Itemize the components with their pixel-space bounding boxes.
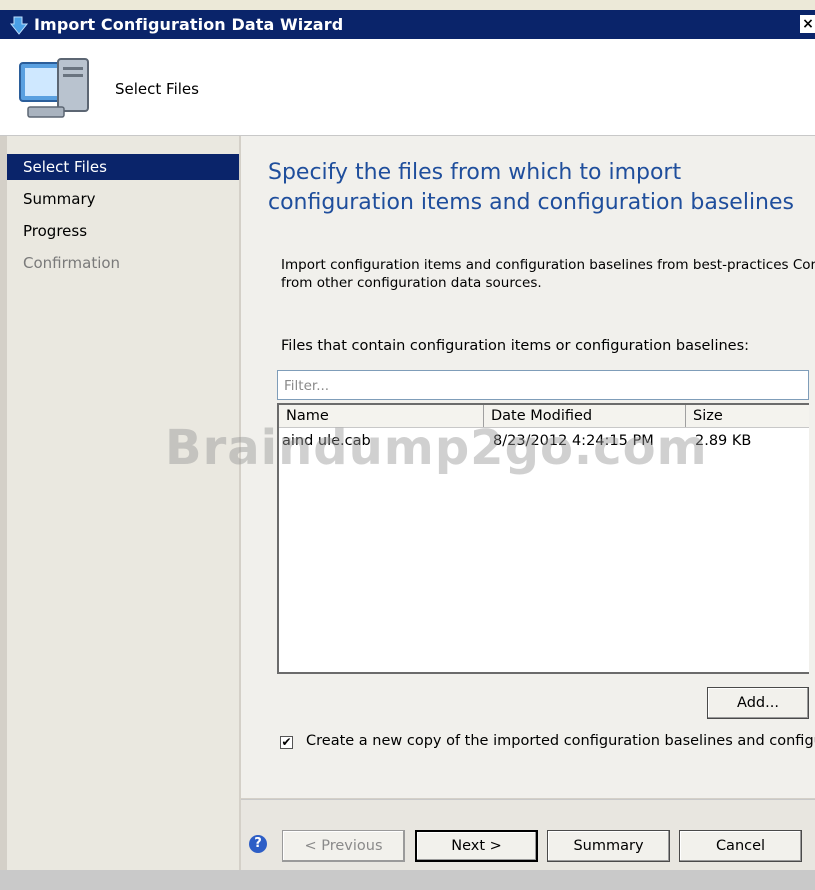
sidebar-item-confirmation: Confirmation xyxy=(23,254,121,272)
help-icon[interactable]: ? xyxy=(249,835,267,853)
wizard-footer: ? < Previous Next > Summary Cancel xyxy=(241,799,815,871)
sidebar-item-progress[interactable]: Progress xyxy=(7,218,239,244)
title-bar: Import Configuration Data Wizard × xyxy=(0,10,815,39)
cancel-button[interactable]: Cancel xyxy=(679,830,802,862)
previous-button[interactable]: < Previous xyxy=(282,830,405,862)
computer-icon xyxy=(19,58,89,118)
next-button[interactable]: Next > xyxy=(415,830,538,862)
description-line-1: Import configuration items and configura… xyxy=(281,257,815,273)
step-heading: Specify the files from which to import c… xyxy=(268,160,795,215)
window-title: Import Configuration Data Wizard xyxy=(34,15,344,34)
window-left-border xyxy=(0,39,7,870)
watermark-text: Braindump2go.com xyxy=(165,420,708,476)
wizard-step-sidebar: Select Files Summary Progress Confirmati… xyxy=(7,136,239,870)
wizard-arrow-icon xyxy=(10,16,29,35)
create-copy-label: Create a new copy of the imported config… xyxy=(306,733,815,749)
summary-button[interactable]: Summary xyxy=(547,830,670,862)
page-title: Select Files xyxy=(115,80,199,98)
description-line-2: from other configuration data sources. xyxy=(281,275,542,291)
close-button[interactable]: × xyxy=(800,15,815,33)
wizard-header: Select Files xyxy=(0,39,815,136)
sidebar-item-summary[interactable]: Summary xyxy=(7,186,239,212)
file-list-label: Files that contain configuration items o… xyxy=(281,338,750,354)
window-top-strip xyxy=(0,0,815,10)
filter-input[interactable]: Filter... xyxy=(277,370,809,400)
create-copy-checkbox[interactable]: ✔ xyxy=(280,736,293,749)
sidebar-item-select-files[interactable]: Select Files xyxy=(7,154,239,180)
add-button[interactable]: Add... xyxy=(707,687,809,719)
status-bar xyxy=(0,870,815,890)
step-description: Import configuration items and configura… xyxy=(281,256,815,292)
